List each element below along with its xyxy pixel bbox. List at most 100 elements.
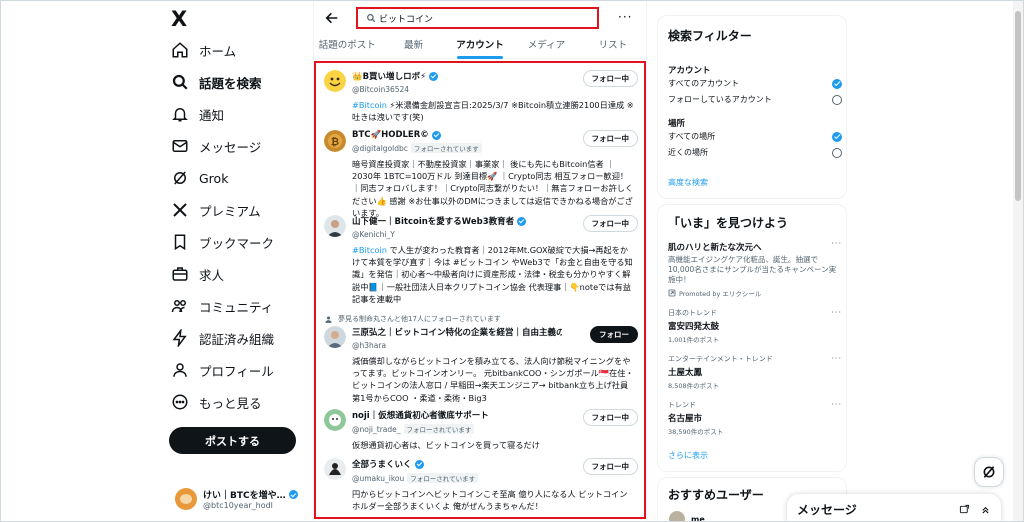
- more-options-icon[interactable]: ···: [618, 10, 632, 24]
- follow-button[interactable]: フォロー: [590, 326, 638, 343]
- nav-profile[interactable]: プロフィール: [171, 357, 274, 383]
- messages-drawer-title: メッセージ: [797, 502, 857, 517]
- radio-checked-icon[interactable]: [832, 131, 842, 142]
- nav-premium[interactable]: プレミアム: [171, 197, 261, 223]
- nav-notifications[interactable]: 通知: [171, 101, 224, 127]
- nav-jobs-label: 求人: [199, 267, 225, 283]
- account-name: noji｜仮想通貨初心者徹底サポート: [352, 411, 489, 421]
- tab-lists[interactable]: リスト: [580, 35, 646, 58]
- search-input[interactable]: [379, 13, 579, 23]
- nav-verified-orgs[interactable]: 認証済み組織: [171, 325, 274, 351]
- account-name: 全部うまくいく: [352, 460, 412, 470]
- account-bio: #Bitcoin で人生が変わった教育者｜2012年Mt.GOX破綻で大損→再起…: [352, 244, 634, 305]
- show-more-link[interactable]: さらに表示: [668, 450, 708, 461]
- nav-more[interactable]: もっと見る: [171, 389, 262, 415]
- tab-top[interactable]: 話題のポスト: [314, 35, 380, 58]
- tab-media[interactable]: メディア: [513, 35, 579, 58]
- trend-item[interactable]: トレンド 名古屋市 38,590件のポスト ···: [668, 400, 842, 436]
- more-options-icon[interactable]: ···: [831, 308, 842, 317]
- account-handle: @Bitcoin36524: [352, 85, 410, 94]
- account-handle: @btc10year_hodl: [203, 501, 273, 510]
- follows-you-badge: フォローされています: [407, 473, 479, 483]
- account-name: けい｜BTCを増や…: [203, 491, 286, 501]
- trend-title: 土屋太鳳: [668, 368, 703, 378]
- filter-option-following[interactable]: フォローしているアカウント: [668, 94, 842, 105]
- browser-viewport: X ホーム 話題を検索 通知 メッセージ Grok プレミアム ブックマーク 求…: [0, 0, 1024, 522]
- nav-notifications-label: 通知: [199, 107, 225, 123]
- trends-title: 「いま」を見つけよう: [668, 216, 789, 230]
- back-arrow-icon[interactable]: [324, 10, 340, 26]
- scrollbar[interactable]: [1013, 1, 1023, 521]
- nav-more-label: もっと見る: [199, 395, 262, 411]
- new-message-icon[interactable]: [959, 504, 970, 515]
- x-logo-icon: [173, 203, 187, 217]
- more-options-icon[interactable]: ···: [831, 400, 842, 409]
- verified-badge-icon: [288, 490, 298, 499]
- suggested-user-name: me: [691, 514, 705, 522]
- radio-icon[interactable]: [832, 94, 842, 105]
- nav-messages-label: メッセージ: [199, 139, 262, 155]
- bio-text: で人生が変わった教育者｜2012年Mt.GOX破綻で大損→再起をかけて本質を学び…: [352, 245, 633, 304]
- account-switcher[interactable]: けい｜BTCを増や… @btc10year_hodl: [175, 483, 315, 515]
- nav-grok[interactable]: Grok: [171, 165, 228, 191]
- tab-latest[interactable]: 最新: [380, 35, 446, 58]
- filter-option-all-accounts[interactable]: すべてのアカウント: [668, 78, 842, 89]
- hashtag-link[interactable]: #Bitcoin: [352, 100, 387, 110]
- radio-checked-icon[interactable]: [832, 78, 842, 89]
- trend-count: 38,590件のポスト: [668, 428, 724, 436]
- avatar: [175, 488, 197, 510]
- messages-drawer[interactable]: メッセージ: [787, 494, 1001, 521]
- account-handle: @noji_trade_: [352, 425, 401, 434]
- left-navigation: X ホーム 話題を検索 通知 メッセージ Grok プレミアム ブックマーク 求…: [161, 1, 311, 521]
- option-label: すべてのアカウント: [668, 79, 740, 88]
- tab-people[interactable]: アカウント: [447, 35, 513, 59]
- account-name: 三原弘之｜ビットコイン特化の企業を経営｜自由主義の…: [352, 328, 562, 338]
- avatar: [324, 215, 346, 237]
- search-tabs: 話題のポスト 最新 アカウント メディア リスト: [314, 35, 646, 59]
- social-context-text: 夢見る制命丸さんと他17人にフォローされています: [338, 315, 501, 323]
- nav-jobs[interactable]: 求人: [171, 261, 224, 287]
- people-icon: [171, 300, 186, 313]
- promoted-trend[interactable]: 肌のハリと新たな次元へ 高機能エイジングケア化粧品、誕生。抽選で10,000名さ…: [668, 239, 842, 298]
- social-context: 夢見る制命丸さんと他17人にフォローされています: [324, 314, 501, 324]
- following-button[interactable]: フォロー中: [582, 409, 638, 426]
- following-button[interactable]: フォロー中: [582, 458, 638, 475]
- grok-icon: [983, 466, 995, 478]
- nav-messages[interactable]: メッセージ: [171, 133, 261, 159]
- filter-option-nearby[interactable]: 近くの場所: [668, 147, 842, 158]
- promoted-description: 高機能エイジングケア化粧品、誕生。抽選で10,000名さまにサンプルが当たるキャ…: [668, 255, 837, 284]
- nav-home[interactable]: ホーム: [171, 37, 236, 63]
- filter-option-all-places[interactable]: すべての場所: [668, 131, 842, 142]
- hashtag-link[interactable]: #Bitcoin: [352, 245, 387, 255]
- nav-explore[interactable]: 話題を検索: [171, 69, 262, 95]
- nav-bookmarks[interactable]: ブックマーク: [171, 229, 274, 255]
- following-button[interactable]: フォロー中: [582, 70, 638, 87]
- x-logo-icon[interactable]: X: [171, 7, 195, 31]
- chevron-up-icon[interactable]: [980, 504, 991, 515]
- advanced-search-link[interactable]: 高度な検索: [668, 177, 708, 188]
- nav-bookmarks-label: ブックマーク: [199, 235, 275, 251]
- search-box[interactable]: [356, 7, 599, 29]
- account-bio: #Bitcoin ⚡米濃備金創設宣言日:2025/3/7 ※Bitcoin積立連…: [352, 99, 634, 123]
- home-icon: [172, 42, 188, 58]
- trend-item[interactable]: 日本のトレンド 富安四発太鼓 1,001件のポスト ···: [668, 308, 842, 344]
- search-filters-card: 検索フィルター アカウント すべてのアカウント フォローしているアカウント 場所…: [657, 15, 847, 199]
- post-button[interactable]: ポストする: [169, 427, 296, 454]
- suggested-user[interactable]: me: [669, 511, 705, 522]
- more-options-icon[interactable]: ···: [831, 239, 842, 248]
- trend-item[interactable]: エンターテインメント・トレンド 土屋太鳳 8,508件のポスト ···: [668, 354, 842, 390]
- scrollbar-thumb[interactable]: [1015, 11, 1021, 201]
- following-button[interactable]: フォロー中: [582, 130, 638, 147]
- avatar: [324, 409, 346, 431]
- nav-home-label: ホーム: [199, 43, 237, 59]
- more-options-icon[interactable]: ···: [831, 354, 842, 363]
- nav-explore-label: 話題を検索: [199, 75, 262, 91]
- verified-badge-icon: [414, 459, 424, 469]
- following-button[interactable]: フォロー中: [582, 215, 638, 232]
- promoted-icon: [668, 289, 676, 297]
- trend-title: 名古屋市: [668, 414, 703, 424]
- radio-icon[interactable]: [832, 147, 842, 158]
- nav-communities[interactable]: コミュニティ: [171, 293, 273, 319]
- grok-button[interactable]: [974, 457, 1004, 487]
- search-results-column: ··· 話題のポスト 最新 アカウント メディア リスト 👑B買い増しロボ⚡ @…: [313, 1, 647, 521]
